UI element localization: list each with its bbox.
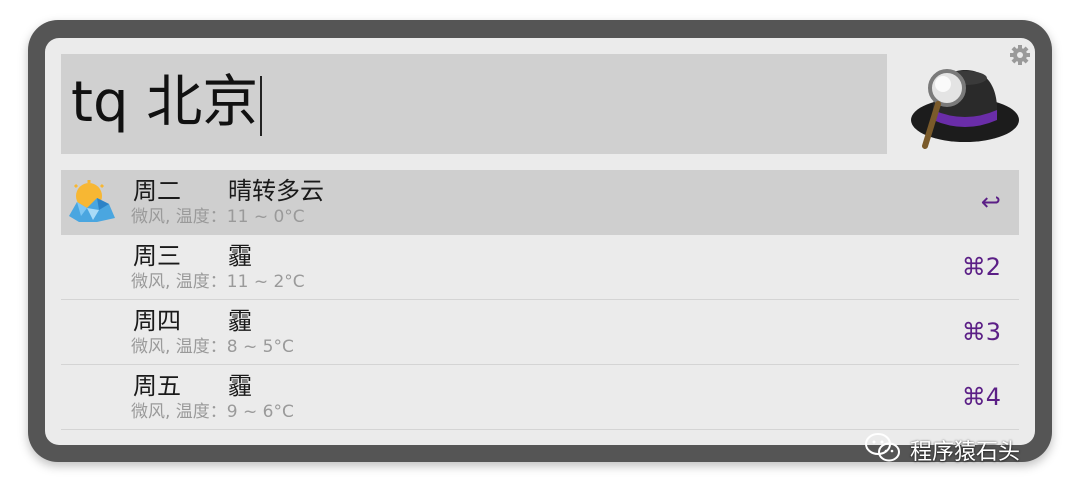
result-row-thursday[interactable]: 周四 霾 微风, 温度：8 ~ 5°C ⌘3 bbox=[61, 300, 1019, 365]
result-condition: 霾 bbox=[228, 307, 252, 335]
search-query-text[interactable]: tq 北京 bbox=[71, 68, 263, 138]
partly-cloudy-weather-icon bbox=[67, 180, 117, 224]
result-title: 周五 霾 bbox=[133, 370, 252, 402]
launcher-window: tq 北京 周二 晴转多云 微风, 温度：11 ~ 0°C ↩ 周三 霾 微风,… bbox=[45, 38, 1035, 445]
result-detail: 微风, 温度：11 ~ 0°C bbox=[131, 207, 305, 227]
result-condition: 霾 bbox=[228, 372, 252, 400]
result-detail: 微风, 温度：9 ~ 6°C bbox=[131, 402, 294, 422]
result-row-friday[interactable]: 周五 霾 微风, 温度：9 ~ 6°C ⌘4 bbox=[61, 365, 1019, 430]
result-day: 周三 bbox=[133, 242, 181, 270]
result-shortcut: ⌘2 bbox=[961, 253, 1001, 281]
result-shortcut: ⌘3 bbox=[961, 318, 1001, 346]
result-detail: 微风, 温度：8 ~ 5°C bbox=[131, 337, 294, 357]
result-row-wednesday[interactable]: 周三 霾 微风, 温度：11 ~ 2°C ⌘2 bbox=[61, 235, 1019, 300]
result-title: 周四 霾 bbox=[133, 305, 252, 337]
results-list: 周二 晴转多云 微风, 温度：11 ~ 0°C ↩ 周三霾 微风, 温度：11 ~… bbox=[61, 170, 1019, 430]
watermark-text: 程序猿石头 bbox=[910, 440, 1021, 465]
result-title: 周二 晴转多云 bbox=[133, 175, 324, 207]
return-key-icon: ↩ bbox=[980, 188, 1001, 216]
result-day: 周四 bbox=[133, 307, 181, 335]
search-input[interactable]: tq 北京 bbox=[61, 54, 887, 154]
watermark: 程序猿石头 bbox=[864, 432, 1020, 468]
text-caret bbox=[260, 75, 263, 136]
result-condition: 霾 bbox=[228, 242, 252, 270]
result-detail: 微风, 温度：11 ~ 2°C bbox=[131, 272, 305, 292]
alfred-hat-logo bbox=[903, 54, 1021, 154]
result-day: 周二 bbox=[133, 177, 181, 205]
result-condition: 晴转多云 bbox=[228, 177, 324, 205]
result-shortcut: ⌘4 bbox=[961, 383, 1001, 411]
result-row-tuesday[interactable]: 周二 晴转多云 微风, 温度：11 ~ 0°C ↩ bbox=[61, 170, 1019, 235]
result-title: 周三 霾 bbox=[133, 240, 252, 272]
wechat-icon bbox=[864, 432, 902, 468]
result-day: 周五 bbox=[133, 372, 181, 400]
